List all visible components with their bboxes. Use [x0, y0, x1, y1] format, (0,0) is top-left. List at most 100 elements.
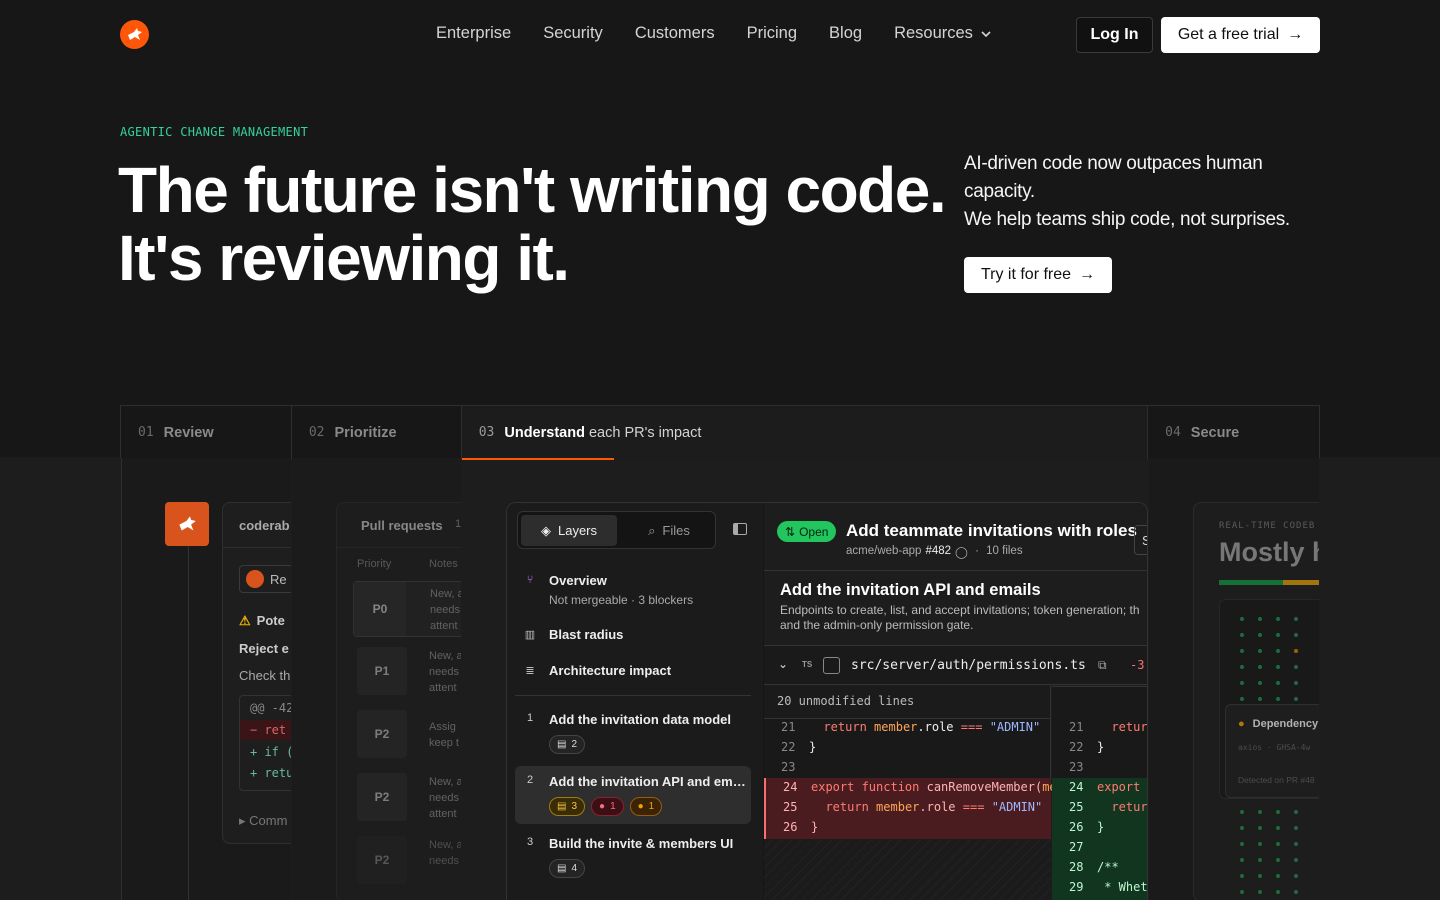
arch-label: Architecture impact: [549, 663, 672, 678]
pr-meta: acme/web-app #482 ◯ · 10 files: [846, 545, 1023, 559]
tab-understand[interactable]: 03 Understand each PR's impact: [461, 406, 1149, 460]
layer-item-selected[interactable]: 2 Add the invitation API and em… ▤ 3 ● 1 ● 1: [523, 774, 746, 816]
files-label: Files: [662, 523, 690, 538]
files-toggle[interactable]: ⌕ Files: [624, 515, 714, 546]
dependency-label: Dependency: [1252, 718, 1319, 730]
file-path: src/server/auth/permissions.ts: [851, 658, 1086, 673]
diff-line-left: 21 return member.role === "ADMIN": [781, 720, 1041, 734]
note-line: New, a: [429, 650, 461, 662]
pr-number[interactable]: #482: [925, 545, 951, 559]
table-row[interactable]: P0 New, a needs attent: [353, 581, 461, 637]
overview-text: Overview Not mergeable · 3 blockers: [549, 573, 693, 607]
nav-enterprise[interactable]: Enterprise: [436, 24, 511, 43]
chevron-down-icon[interactable]: ⌄: [778, 657, 788, 671]
layer-title: Add the invitation API and em…: [549, 774, 746, 789]
panel-toggle-icon[interactable]: [733, 523, 747, 535]
priority-badge[interactable]: P2: [357, 836, 407, 884]
layer-content: Build the invite & members UI ▤ 4: [549, 836, 733, 878]
diff-line-deleted: 26}: [783, 820, 819, 834]
dependency-sub: axios · GHSA-4w: [1238, 743, 1311, 752]
pull-requests-card: Pull requests 1 Priority Notes P0 New, a…: [336, 502, 461, 900]
copy-icon[interactable]: ⧉: [1098, 658, 1107, 673]
dependency-graph-dots: [1240, 617, 1312, 701]
tab-secure[interactable]: 04 Secure: [1148, 406, 1319, 459]
repo-name[interactable]: acme/web-app: [846, 545, 921, 559]
file-header[interactable]: ⌄ TS src/server/auth/permissions.ts ⧉ -3: [764, 645, 1147, 685]
free-trial-button[interactable]: Get a free trial →: [1161, 17, 1320, 53]
map-icon: ▥: [524, 628, 536, 641]
priority-badge[interactable]: P2: [357, 773, 407, 821]
col-priority: Priority: [357, 558, 392, 570]
critical-chip: ● 1: [591, 797, 624, 816]
review-check: Check th: [239, 668, 291, 683]
dependency-alert[interactable]: ● Dependency axios · GHSA-4w Detected on …: [1225, 704, 1319, 798]
nav-pricing[interactable]: Pricing: [747, 24, 797, 43]
dot-icon: ●: [1238, 718, 1245, 730]
secure-eyebrow: REAL-TIME CODEB: [1219, 521, 1316, 531]
sidebar-item-blast-radius[interactable]: ▥ Blast radius: [523, 627, 624, 642]
chip-count: 1: [610, 801, 616, 812]
file-icon: ▤: [557, 801, 567, 812]
sidebar-item-overview[interactable]: ⑂ Overview Not mergeable · 3 blockers: [523, 573, 693, 607]
nav-customers[interactable]: Customers: [635, 24, 715, 43]
chip-count: 2: [571, 739, 578, 750]
view-toggle: ◈ Layers ⌕ Files: [517, 511, 716, 549]
unmodified-lines[interactable]: 20 unmodified lines: [777, 694, 914, 708]
typescript-icon: TS: [802, 660, 813, 669]
diff-line-added: 24export fu: [1069, 780, 1141, 794]
pr-title: Add teammate invitations with roles: [846, 521, 1137, 540]
dependency-graph-dots: [1240, 810, 1312, 894]
review-comments[interactable]: ▸ Comm: [239, 813, 287, 829]
chip-count: 3: [571, 801, 578, 812]
diff-line-left: 23: [781, 760, 796, 774]
review-chip-label: Re: [270, 571, 287, 587]
nav-security[interactable]: Security: [543, 24, 603, 43]
hero-subtext-1: AI-driven code now outpaces human capaci…: [964, 153, 1263, 202]
hero-heading-line1: The future isn't writing code.: [118, 154, 947, 226]
priority-badge: P0: [354, 582, 406, 636]
separator: ·: [971, 545, 983, 557]
tab-number: 02: [308, 425, 325, 440]
layer-item[interactable]: 1 Add the invitation data model ▤ 2: [523, 712, 731, 754]
row-notes: Assig keep t: [429, 719, 459, 751]
layers-sidebar: ◈ Layers ⌕ Files ⑂ Overview Not mergeable · …: [507, 503, 763, 900]
nav-blog[interactable]: Blog: [829, 24, 862, 43]
tab-label: Secure: [1190, 424, 1240, 441]
feature-tabs: 01 Review 02 Prioritize 03 Understand each …: [120, 405, 1320, 460]
nav-resources[interactable]: Resources: [894, 24, 991, 43]
layer-item[interactable]: 3 Build the invite & members UI ▤ 4: [523, 836, 733, 878]
note-line: needs: [430, 604, 460, 616]
layers-toggle[interactable]: ◈ Layers: [521, 515, 617, 546]
blast-label: Blast radius: [549, 627, 624, 642]
tab-label-extra: each PR's impact: [584, 424, 702, 441]
login-button[interactable]: Log In: [1076, 17, 1153, 53]
pr-status-label: Open: [799, 524, 829, 539]
free-trial-label: Get a free trial: [1177, 26, 1280, 43]
section-desc: Endpoints to create, list, and accept in…: [780, 603, 1140, 633]
review-app-name: coderab: [239, 518, 290, 533]
review-reject: Reject e: [239, 641, 289, 656]
deletions-count: -3: [1130, 658, 1145, 672]
more-button[interactable]: S: [1134, 525, 1147, 555]
layer-number: 2: [526, 774, 534, 786]
layers-label: Layers: [557, 523, 598, 538]
note-line: Assig: [429, 721, 456, 733]
priority-badge[interactable]: P1: [357, 647, 407, 695]
file-count-chip: ▤ 4: [549, 859, 586, 878]
diff-line-added: 26}: [1069, 820, 1105, 834]
git-branch-icon: ⑂: [526, 574, 534, 586]
layer-content: Add the invitation API and em… ▤ 3 ● 1 ● 1: [549, 774, 746, 816]
tab-prioritize[interactable]: 02 Prioritize: [292, 406, 462, 459]
checkbox-icon[interactable]: [823, 657, 840, 674]
diff-line-deleted: 25 return member.role === "ADMIN": [783, 800, 1043, 814]
note-line: needs: [429, 855, 459, 867]
priority-badge[interactable]: P2: [357, 710, 407, 758]
tab-review[interactable]: 01 Review: [121, 406, 292, 459]
note-line: keep t: [429, 737, 459, 749]
review-warning-text: Pote: [256, 613, 285, 628]
secure-title: Mostly h: [1219, 537, 1319, 567]
note-line: needs: [429, 666, 459, 678]
try-free-button[interactable]: Try it for free →: [964, 257, 1112, 293]
rabbit-logo-icon[interactable]: [120, 20, 149, 49]
sidebar-item-architecture[interactable]: ≣ Architecture impact: [523, 663, 671, 678]
